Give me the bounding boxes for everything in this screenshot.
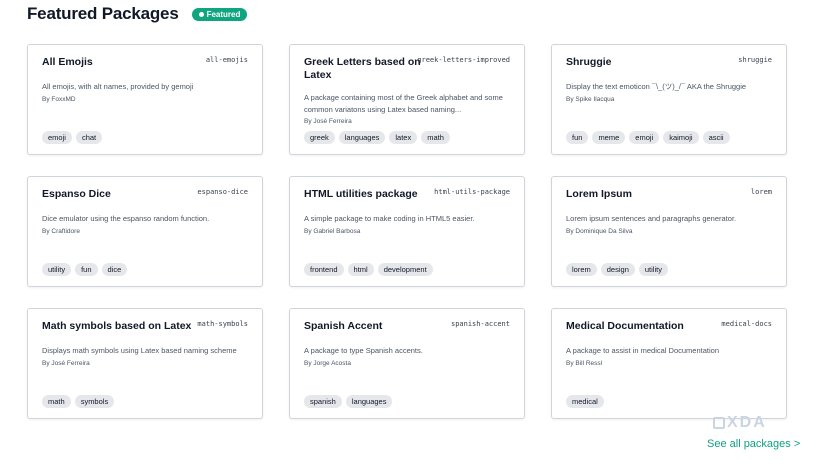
package-card-greek-letters[interactable]: Greek Letters based on Latex greek-lette… bbox=[289, 44, 525, 155]
package-title: Medical Documentation bbox=[566, 320, 684, 332]
tag-list: spanish languages bbox=[304, 395, 393, 408]
package-card-spanish-accent[interactable]: Spanish Accent spanish-accent A package … bbox=[289, 308, 525, 419]
package-id: math-symbols bbox=[197, 320, 248, 328]
xda-watermark: XDA bbox=[713, 414, 767, 432]
package-card-espanso-dice[interactable]: Espanso Dice espanso-dice Dice emulator … bbox=[27, 176, 263, 287]
tag[interactable]: utility bbox=[42, 263, 72, 276]
package-author: By Bill Ressl bbox=[566, 360, 603, 367]
tag-list: greek languages latex math bbox=[304, 131, 450, 144]
package-card-html-utils[interactable]: HTML utilities package html-utils-packag… bbox=[289, 176, 525, 287]
tag-list: utility fun dice bbox=[42, 263, 128, 276]
package-card-math-symbols[interactable]: Math symbols based on Latex math-symbols… bbox=[27, 308, 263, 419]
package-card-all-emojis[interactable]: All Emojis all-emojis All emojis, with a… bbox=[27, 44, 263, 155]
package-id: espanso-dice bbox=[197, 188, 248, 196]
package-id: shruggie bbox=[738, 56, 772, 64]
featured-badge: Featured bbox=[191, 8, 248, 21]
package-title: Greek Letters based on Latex bbox=[304, 56, 421, 81]
package-author: By José Ferreira bbox=[304, 118, 352, 125]
package-title: Espanso Dice bbox=[42, 188, 111, 200]
tag[interactable]: math bbox=[421, 131, 450, 144]
package-id: all-emojis bbox=[205, 56, 248, 64]
tag-list: math symbols bbox=[42, 395, 115, 408]
tag[interactable]: latex bbox=[389, 131, 418, 144]
tag-list: lorem design utility bbox=[566, 263, 668, 276]
package-card-shruggie[interactable]: Shruggie shruggie Display the text emoti… bbox=[551, 44, 787, 155]
tag[interactable]: dice bbox=[101, 263, 128, 276]
package-title: Spanish Accent bbox=[304, 320, 383, 332]
package-description: Dice emulator using the espanso random f… bbox=[42, 214, 210, 223]
tag[interactable]: meme bbox=[592, 131, 626, 144]
package-author: By Dominique Da Silva bbox=[566, 228, 633, 235]
package-title: All Emojis bbox=[42, 56, 93, 68]
tag[interactable]: emoji bbox=[42, 131, 72, 144]
package-description: Lorem ipsum sentences and paragraphs gen… bbox=[566, 214, 737, 223]
package-id: spanish-accent bbox=[450, 320, 510, 328]
package-author: By Spike Ilacqua bbox=[566, 96, 615, 103]
tag[interactable]: html bbox=[347, 263, 374, 276]
package-description: A package containing most of the Greek a… bbox=[304, 93, 503, 114]
tag[interactable]: greek bbox=[304, 131, 335, 144]
watermark-text: XDA bbox=[727, 414, 767, 431]
package-description: Display the text emoticon ¯\_(ツ)_/¯ AKA … bbox=[566, 82, 747, 91]
package-card-medical-docs[interactable]: Medical Documentation medical-docs A pac… bbox=[551, 308, 787, 419]
tag[interactable]: development bbox=[377, 263, 433, 276]
package-card-lorem-ipsum[interactable]: Lorem Ipsum lorem Lorem ipsum sentences … bbox=[551, 176, 787, 287]
package-description: All emojis, with alt names, provided by … bbox=[42, 82, 194, 91]
package-id: html-utils-package bbox=[434, 188, 510, 196]
tag-list: emoji chat bbox=[42, 131, 103, 144]
tag[interactable]: utility bbox=[638, 263, 668, 276]
tag[interactable]: symbols bbox=[74, 395, 115, 408]
package-description: A package to assist in medical Documenta… bbox=[566, 346, 719, 355]
tag[interactable]: kaimoji bbox=[663, 131, 699, 144]
badge-dot-icon bbox=[198, 12, 204, 17]
tag[interactable]: spanish bbox=[304, 395, 342, 408]
tag[interactable]: languages bbox=[338, 131, 386, 144]
package-title: HTML utilities package bbox=[304, 188, 418, 200]
package-id: greek-letters-improved bbox=[417, 56, 510, 64]
tag-list: fun meme emoji kaimoji ascii bbox=[566, 131, 730, 144]
package-author: By FoxxMD bbox=[42, 96, 76, 103]
tag[interactable]: medical bbox=[566, 395, 604, 408]
tag-list: frontend html development bbox=[304, 263, 433, 276]
tag-list: medical bbox=[566, 395, 604, 408]
package-title: Shruggie bbox=[566, 56, 612, 68]
see-all-packages-link[interactable]: See all packages > bbox=[707, 438, 800, 450]
package-description: A simple package to make coding in HTML5… bbox=[304, 214, 475, 223]
package-author: By José Ferreira bbox=[42, 360, 90, 367]
package-author: By Jorge Acosta bbox=[304, 360, 351, 367]
package-id: medical-docs bbox=[721, 320, 772, 328]
tag[interactable]: frontend bbox=[304, 263, 344, 276]
tag[interactable]: fun bbox=[75, 263, 98, 276]
tag[interactable]: emoji bbox=[629, 131, 660, 144]
package-author: By Gabriel Barbosa bbox=[304, 228, 361, 235]
tag[interactable]: fun bbox=[566, 131, 589, 144]
packages-grid: All Emojis all-emojis All emojis, with a… bbox=[27, 44, 787, 419]
page-title: Featured Packages bbox=[27, 4, 179, 23]
page-header: Featured Packages Featured bbox=[27, 4, 248, 24]
tag[interactable]: chat bbox=[75, 131, 103, 144]
package-description: A package to type Spanish accents. bbox=[304, 346, 423, 355]
package-title: Lorem Ipsum bbox=[566, 188, 632, 200]
tag[interactable]: math bbox=[42, 395, 71, 408]
package-id: lorem bbox=[750, 188, 772, 196]
tag[interactable]: design bbox=[600, 263, 635, 276]
tag[interactable]: lorem bbox=[566, 263, 597, 276]
tag[interactable]: ascii bbox=[702, 131, 730, 144]
featured-badge-label: Featured bbox=[206, 10, 241, 19]
tag[interactable]: languages bbox=[345, 395, 393, 408]
package-author: By Craftidore bbox=[42, 228, 80, 235]
package-description: Displays math symbols using Latex based … bbox=[42, 346, 237, 355]
package-title: Math symbols based on Latex bbox=[42, 320, 192, 332]
xda-logo-icon bbox=[713, 417, 725, 429]
